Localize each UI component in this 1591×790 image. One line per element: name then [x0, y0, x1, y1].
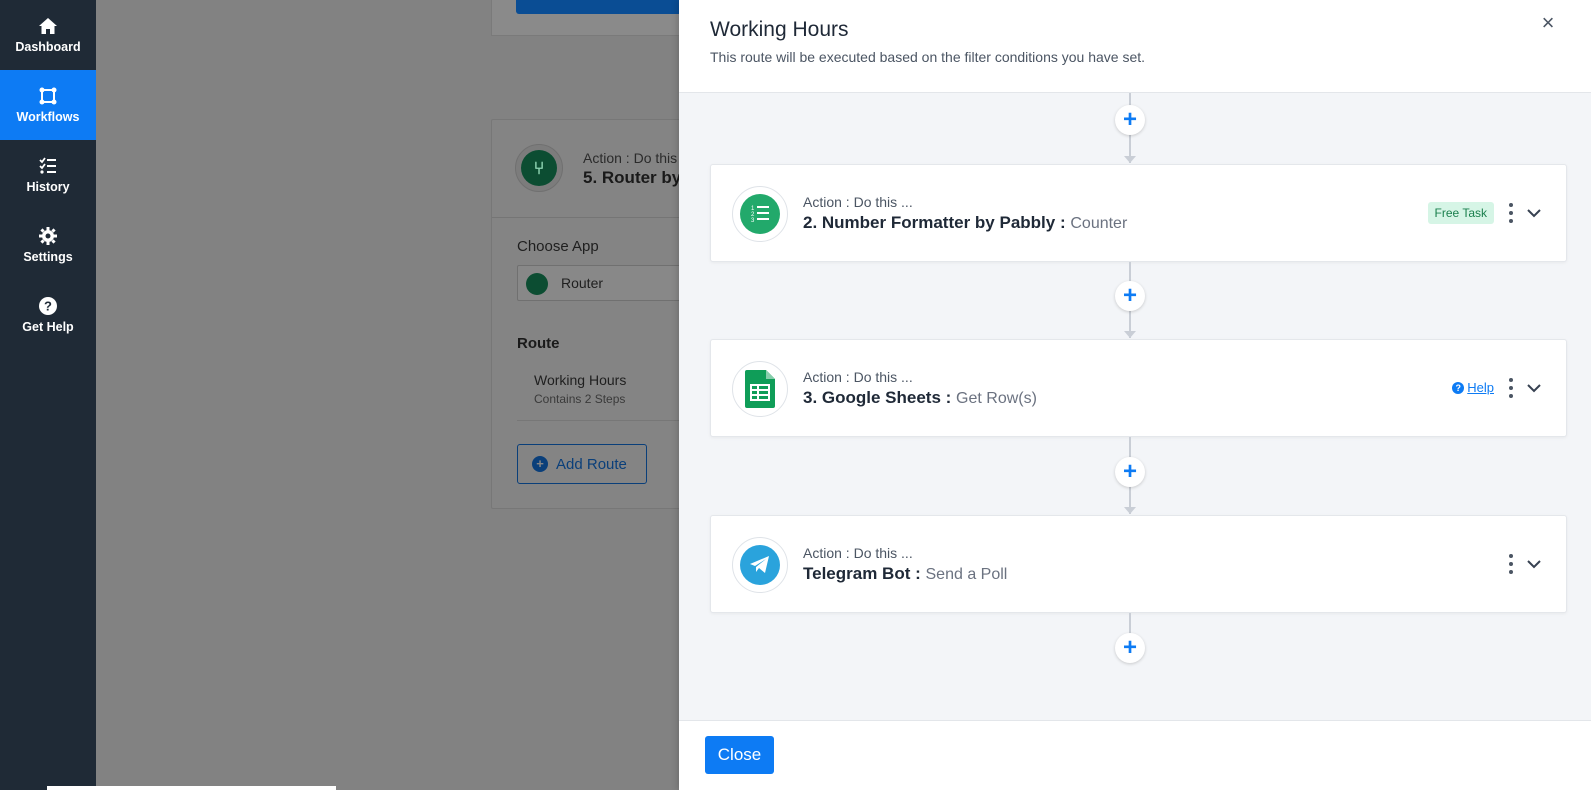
add-step-button[interactable]: +: [1115, 105, 1145, 135]
panel-header: Working Hours This route will be execute…: [679, 0, 1591, 93]
gear-icon: [39, 227, 57, 245]
chevron-down-icon[interactable]: [1526, 380, 1542, 396]
step-title: 2. Number Formatter by Pabbly : Counter: [803, 213, 1127, 233]
sidebar-item-label: Workflows: [16, 110, 80, 124]
step-card-telegram-bot[interactable]: Action : Do this ... Telegram Bot : Send…: [710, 515, 1567, 613]
app-icon-wrap: [732, 537, 788, 593]
step-card-number-formatter[interactable]: 123 Action : Do this ... 2. Number Forma…: [710, 164, 1567, 262]
add-step-button[interactable]: +: [1115, 281, 1145, 311]
step-action-label: Action : Do this ...: [803, 545, 913, 561]
history-icon: [39, 157, 56, 174]
close-button[interactable]: Close: [705, 736, 774, 774]
chevron-down-icon[interactable]: [1526, 556, 1542, 572]
add-route-label: Add Route: [556, 455, 627, 473]
free-task-badge: Free Task: [1427, 202, 1494, 224]
help-link[interactable]: ? Help: [1452, 380, 1494, 395]
add-step-button[interactable]: +: [1115, 633, 1145, 663]
svg-text:3: 3: [751, 218, 755, 224]
step-title: Telegram Bot : Send a Poll: [803, 564, 1007, 584]
close-icon[interactable]: ×: [1537, 12, 1559, 34]
google-sheets-icon: [740, 369, 780, 409]
number-formatter-icon: 123: [740, 194, 780, 234]
add-route-button: + Add Route: [517, 444, 647, 484]
step-card-google-sheets[interactable]: Action : Do this ... 3. Google Sheets : …: [710, 339, 1567, 437]
step-action-label: Action : Do this ...: [803, 194, 913, 210]
sidebar-item-label: Dashboard: [15, 40, 81, 54]
help-link-label: Help: [1467, 380, 1494, 395]
help-icon: ?: [1452, 381, 1465, 394]
chevron-down-icon[interactable]: [1526, 205, 1542, 221]
more-options-icon[interactable]: [1508, 554, 1514, 574]
step-event-name: Get Row(s): [956, 390, 1037, 407]
step-app-name: 2. Number Formatter by Pabbly :: [803, 213, 1066, 232]
route-heading: Route: [517, 335, 560, 352]
panel-footer: Close: [679, 720, 1591, 790]
sidebar-item-label: Get Help: [22, 320, 74, 334]
home-icon: [39, 18, 57, 34]
workflows-icon: [39, 87, 57, 105]
sidebar-item-workflows[interactable]: Workflows: [0, 70, 96, 140]
router-icon: ⑂: [515, 144, 563, 192]
more-options-icon[interactable]: [1508, 203, 1514, 223]
more-options-icon[interactable]: [1508, 378, 1514, 398]
route-steps-count: Contains 2 Steps: [534, 392, 626, 406]
svg-text:?: ?: [44, 299, 52, 314]
step-app-name: Telegram Bot :: [803, 564, 921, 583]
sidebar-item-label: Settings: [23, 250, 73, 264]
help-icon: ?: [39, 297, 57, 315]
sidebar-item-label: History: [26, 180, 70, 194]
sidebar-item-get-help[interactable]: ? Get Help: [0, 280, 96, 350]
step-event-name: Counter: [1070, 215, 1128, 232]
sidebar-item-settings[interactable]: Settings: [0, 210, 96, 280]
panel-subtitle: This route will be executed based on the…: [710, 49, 1146, 65]
add-step-button[interactable]: +: [1115, 457, 1145, 487]
app-icon-wrap: [732, 361, 788, 417]
route-panel: Working Hours This route will be execute…: [679, 0, 1591, 790]
panel-title: Working Hours: [710, 18, 849, 41]
arrow-down-icon: [1124, 331, 1136, 338]
sidebar-item-history[interactable]: History: [0, 140, 96, 210]
steps-area: + 123 Action : Do this ... 2. Number For…: [679, 93, 1591, 720]
step-action-label: Action : Do this ...: [803, 369, 913, 385]
arrow-down-icon: [1124, 156, 1136, 163]
bottom-strip: [47, 786, 336, 790]
step-event-name: Send a Poll: [925, 566, 1008, 583]
choose-app-label: Choose App: [517, 238, 599, 255]
arrow-down-icon: [1124, 507, 1136, 514]
sidebar-item-dashboard[interactable]: Dashboard: [0, 0, 96, 70]
step-app-name: 3. Google Sheets :: [803, 388, 952, 407]
router-action-label: Action : Do this ...: [583, 150, 693, 166]
app-icon-wrap: 123: [732, 186, 788, 242]
router-app-icon: [526, 273, 548, 295]
step-title: 3. Google Sheets : Get Row(s): [803, 388, 1037, 408]
route-name: Working Hours: [534, 372, 627, 388]
sidebar: Dashboard Workflows History Settings ? G…: [0, 0, 336, 790]
plus-circle-icon: +: [532, 456, 548, 472]
choose-app-value: Router: [561, 275, 604, 291]
telegram-icon: [740, 545, 780, 585]
